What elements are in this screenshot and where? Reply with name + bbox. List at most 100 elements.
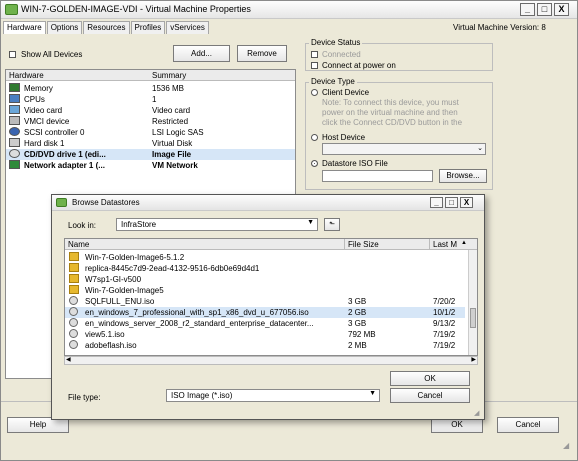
remove-button[interactable]: Remove [237, 45, 287, 62]
disc-image-icon [69, 329, 78, 338]
column-summary[interactable]: Summary [152, 71, 186, 80]
hardware-row-vmci[interactable]: VMCI device Restricted [6, 116, 295, 127]
note-line: power on the virtual machine and then [322, 108, 458, 117]
look-in-select[interactable]: InfraStore ▼ [116, 218, 318, 231]
maximize-button[interactable]: □ [537, 3, 552, 16]
vertical-scrollbar[interactable] [468, 250, 477, 355]
hardware-summary: Video card [152, 106, 191, 115]
file-name: SQLFULL_ENU.iso [85, 297, 155, 306]
hardware-row-network-adapter[interactable]: Network adapter 1 (... VM Network [6, 160, 295, 171]
file-row[interactable]: view5.1.iso 792 MB 7/19/2 [65, 329, 465, 340]
file-name: Win-7-Golden-Image6-5.1.2 [85, 253, 185, 262]
file-modified: 9/13/2 [433, 319, 456, 328]
hardware-list-header: Hardware Summary [6, 70, 295, 81]
file-row[interactable]: replica-8445c7d9-2ead-4132-9516-6db0e69d… [65, 263, 465, 274]
look-in-value: InfraStore [121, 220, 157, 229]
device-type-title: Device Type [309, 77, 357, 86]
hardware-name: SCSI controller 0 [24, 128, 85, 137]
folder-icon [69, 252, 79, 261]
connected-checkbox[interactable] [311, 51, 318, 58]
dialog-maximize-button[interactable]: □ [445, 197, 458, 208]
hardware-row-video-card[interactable]: Video card Video card [6, 105, 295, 116]
connect-at-power-on-checkbox[interactable] [311, 62, 318, 69]
file-row[interactable]: adobeflash.iso 2 MB 7/19/2 [65, 340, 465, 351]
host-device-select[interactable]: ⌄ [322, 143, 486, 155]
dialog-ok-button[interactable]: OK [390, 371, 470, 386]
dialog-minimize-button[interactable]: _ [430, 197, 443, 208]
scsi-icon [9, 127, 20, 136]
hardware-row-hard-disk[interactable]: Hard disk 1 Virtual Disk [6, 138, 295, 149]
browse-button[interactable]: Browse... [439, 169, 487, 183]
file-row[interactable]: en_windows_server_2008_r2_standard_enter… [65, 318, 465, 329]
file-row-selected[interactable]: en_windows_7_professional_with_sp1_x86_d… [65, 307, 465, 318]
file-name: adobeflash.iso [85, 341, 137, 350]
tab-options[interactable]: Options [46, 21, 83, 34]
dialog-close-button[interactable]: X [460, 197, 473, 208]
close-button[interactable]: X [554, 3, 569, 16]
hardware-name: Memory [24, 84, 53, 93]
hard-disk-icon [9, 138, 20, 147]
scrollbar-thumb[interactable] [470, 308, 476, 328]
file-row[interactable]: W7sp1-GI-v500 [65, 274, 465, 285]
file-name: W7sp1-GI-v500 [85, 275, 142, 284]
up-folder-icon: ⬑ [329, 221, 335, 228]
column-hardware[interactable]: Hardware [9, 71, 44, 80]
file-size: 2 GB [348, 308, 367, 317]
tab-hardware[interactable]: Hardware [3, 21, 46, 34]
minimize-button[interactable]: _ [520, 3, 535, 16]
hardware-summary: 1536 MB [152, 84, 185, 93]
host-device-radio[interactable] [311, 134, 318, 141]
column-name[interactable]: Name [68, 240, 89, 249]
chevron-down-icon: ▼ [307, 219, 314, 226]
file-row[interactable]: Win-7-Golden-Image6-5.1.2 [65, 252, 465, 263]
app-icon [5, 4, 18, 15]
hardware-row-cd-dvd[interactable]: CD/DVD drive 1 (edi... Image File [6, 149, 295, 160]
resize-grip-icon[interactable]: ◢ [563, 441, 573, 451]
datastore-iso-radio[interactable] [311, 160, 318, 167]
hardware-name: Hard disk 1 [24, 139, 65, 148]
hardware-row-cpus[interactable]: CPUs 1 [6, 94, 295, 105]
vm-properties-window: WIN-7-GOLDEN-IMAGE-VDI - Virtual Machine… [0, 0, 578, 461]
horizontal-scrollbar[interactable]: ◀ ▶ [64, 356, 478, 365]
column-divider [429, 239, 430, 250]
cpu-icon [9, 94, 20, 103]
dialog-cancel-button[interactable]: Cancel [390, 388, 470, 403]
device-icon [9, 116, 20, 125]
file-row[interactable]: Win-7-Golden-Image5 [65, 285, 465, 296]
tab-vservices[interactable]: vServices [166, 21, 209, 34]
sort-arrow-icon: ▲ [461, 240, 467, 246]
client-device-label: Client Device [322, 88, 370, 97]
dialog-resize-grip-icon[interactable]: ◢ [474, 409, 479, 417]
chevron-down-icon: ⌄ [477, 145, 483, 152]
tab-profiles[interactable]: Profiles [130, 21, 166, 34]
file-name: replica-8445c7d9-2ead-4132-9516-6db0e69d… [85, 264, 260, 273]
column-file-size[interactable]: File Size [348, 240, 379, 249]
client-device-radio[interactable] [311, 89, 318, 96]
file-size: 3 GB [348, 319, 367, 328]
hardware-summary: 1 [152, 95, 157, 104]
file-modified: 7/19/2 [433, 330, 456, 339]
host-device-label: Host Device [322, 133, 366, 142]
column-last-modified[interactable]: Last M [433, 240, 457, 249]
file-list-header: Name File Size Last M ▲ [65, 239, 477, 250]
connected-label: Connected [322, 50, 361, 59]
file-name: Win-7-Golden-Image5 [85, 286, 164, 295]
browse-datastores-dialog: Browse Datastores _ □ X Look in: InfraSt… [51, 194, 485, 420]
datastore-iso-label: Datastore ISO File [322, 159, 388, 168]
disc-image-icon [69, 307, 78, 316]
hardware-row-scsi[interactable]: SCSI controller 0 LSI Logic SAS [6, 127, 295, 138]
scroll-left-icon[interactable]: ◀ [66, 356, 71, 363]
file-row[interactable]: SQLFULL_ENU.iso 3 GB 7/20/2 [65, 296, 465, 307]
show-all-devices-checkbox[interactable] [9, 51, 16, 58]
cancel-button[interactable]: Cancel [497, 417, 559, 433]
datastore-iso-path-field[interactable] [322, 170, 433, 182]
tab-bar: Hardware Options Resources Profiles vService… [3, 21, 210, 34]
network-icon [9, 160, 20, 169]
hardware-row-memory[interactable]: Memory 1536 MB [6, 83, 295, 94]
scroll-right-icon[interactable]: ▶ [471, 356, 476, 363]
client-device-note: Note: To connect this device, you must p… [322, 98, 462, 128]
file-type-select[interactable]: ISO Image (*.iso) ▼ [166, 389, 380, 402]
add-button[interactable]: Add... [173, 45, 230, 62]
tab-resources[interactable]: Resources [83, 21, 130, 34]
up-folder-button[interactable]: ⬑ [324, 218, 340, 231]
